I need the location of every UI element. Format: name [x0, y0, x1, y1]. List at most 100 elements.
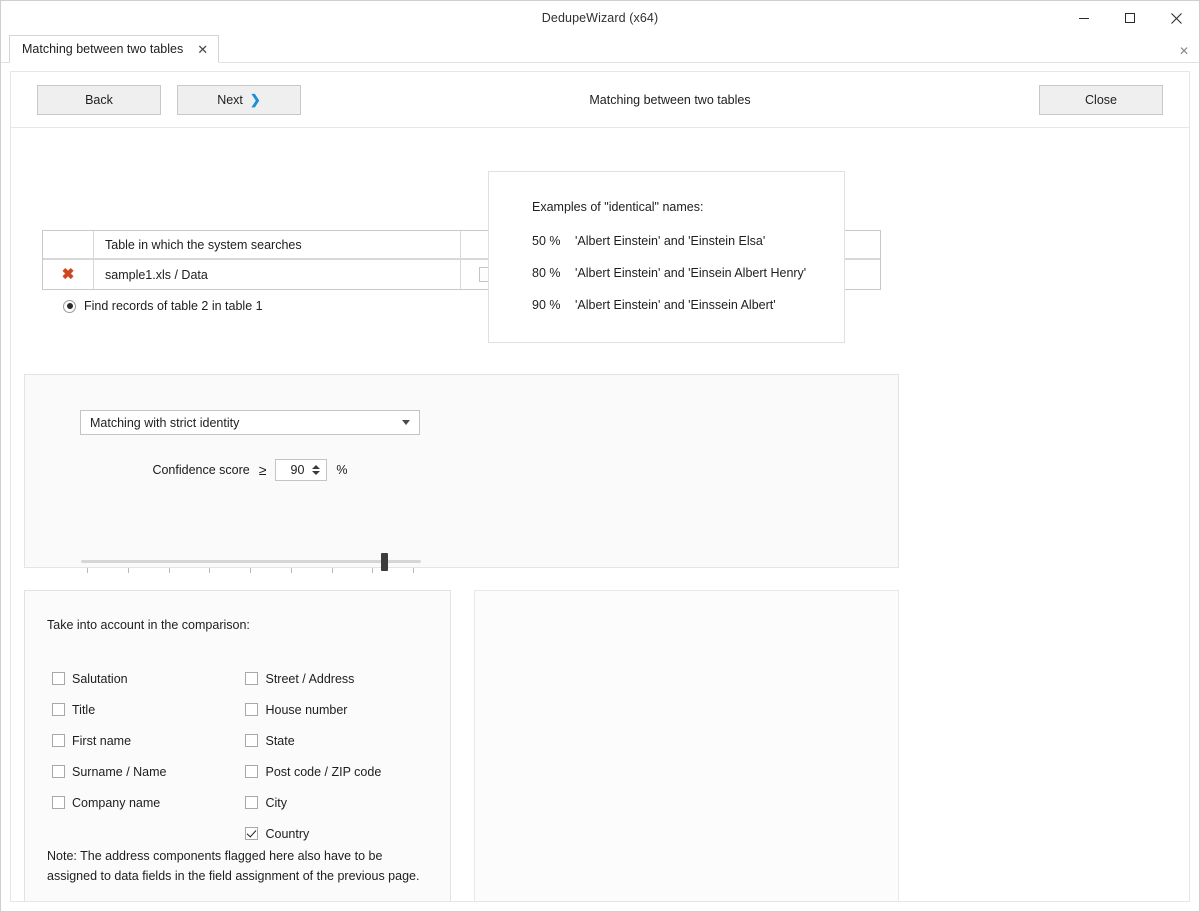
confidence-stepper[interactable]: 90: [275, 459, 327, 481]
radio-label-1: Find records of table 2 in table 1: [84, 299, 263, 313]
greater-equal-icon: ≥: [259, 462, 267, 478]
window-controls: [1061, 1, 1199, 35]
checkbox-label: Salutation: [72, 672, 128, 686]
client-inner-frame: Back Next ❯ Matching between two tables …: [10, 71, 1190, 902]
checkbox-salutation[interactable]: Salutation: [52, 663, 166, 694]
example-text: 'Albert Einstein' and 'Einstein Elsa': [575, 234, 765, 248]
app-window: DedupeWizard (x64) Matching between two …: [0, 0, 1200, 912]
checkbox-indicator-checked: [245, 827, 258, 840]
next-button[interactable]: Next ❯: [177, 85, 301, 115]
confidence-slider[interactable]: [81, 553, 421, 577]
checkbox-company-name[interactable]: Company name: [52, 787, 166, 818]
slider-track[interactable]: [81, 560, 421, 563]
example-row: 80 % 'Albert Einstein' and 'Einsein Albe…: [532, 266, 844, 280]
checkbox-label: Company name: [72, 796, 160, 810]
slider-ticks: [81, 568, 421, 574]
checkbox-surname-name[interactable]: Surname / Name: [52, 756, 166, 787]
checkbox-indicator: [52, 703, 65, 716]
checkbox-label: Street / Address: [265, 672, 354, 686]
example-percent: 80 %: [532, 266, 566, 280]
checkbox-indicator: [245, 796, 258, 809]
red-x-icon[interactable]: ✖: [43, 260, 94, 289]
preview-panel: [474, 590, 899, 901]
example-text: 'Albert Einstein' and 'Einssein Albert': [575, 298, 776, 312]
example-text: 'Albert Einstein' and 'Einsein Albert He…: [575, 266, 806, 280]
matching-method-value: Matching with strict identity: [90, 416, 402, 430]
example-percent: 90 %: [532, 298, 566, 312]
comparison-panel-title: Take into account in the comparison:: [47, 618, 250, 632]
tab-label: Matching between two tables: [22, 42, 183, 56]
stepper-down-icon[interactable]: [312, 471, 320, 475]
slider-tick: [128, 568, 129, 573]
wizard-toolbar: Back Next ❯ Matching between two tables …: [11, 72, 1189, 128]
red-x-glyph: ✖: [62, 267, 75, 282]
percent-sign: %: [336, 463, 347, 477]
back-button[interactable]: Back: [37, 85, 161, 115]
comparison-checkbox-grid: Salutation Title First name: [52, 663, 440, 849]
slider-tick: [209, 568, 210, 573]
examples-box: Examples of "identical" names: 50 % 'Alb…: [488, 171, 845, 343]
confidence-score-label: Confidence score: [152, 463, 249, 477]
minimize-icon[interactable]: [1061, 1, 1107, 35]
header-cell-left-flag: [43, 231, 94, 258]
checkbox-label: Post code / ZIP code: [265, 765, 381, 779]
checkbox-title[interactable]: Title: [52, 694, 166, 725]
next-button-label: Next: [217, 93, 243, 107]
chevron-down-icon: [402, 420, 410, 425]
tab-strip: Matching between two tables ✕ ✕: [1, 35, 1199, 63]
example-row: 50 % 'Albert Einstein' and 'Einstein Els…: [532, 234, 844, 248]
checkbox-house-number[interactable]: House number: [245, 694, 381, 725]
checkbox-indicator: [52, 796, 65, 809]
checkbox-indicator: [52, 672, 65, 685]
tab-matching-between-two-tables[interactable]: Matching between two tables ✕: [9, 35, 219, 63]
example-percent: 50 %: [532, 234, 566, 248]
checkbox-indicator: [52, 765, 65, 778]
confidence-value: 90: [276, 463, 309, 477]
page-content: Table in which the system searches Table…: [11, 129, 1189, 901]
checkbox-street-address[interactable]: Street / Address: [245, 663, 381, 694]
checkbox-indicator: [245, 703, 258, 716]
checkbox-first-name[interactable]: First name: [52, 725, 166, 756]
slider-tick: [372, 568, 373, 573]
close-button[interactable]: Close: [1039, 85, 1163, 115]
checkbox-country[interactable]: Country: [245, 818, 381, 849]
confidence-score-row: Confidence score ≥ 90 %: [80, 459, 420, 481]
checkbox-state[interactable]: State: [245, 725, 381, 756]
checkbox-label: First name: [72, 734, 131, 748]
examples-title: Examples of "identical" names:: [532, 200, 844, 214]
radio-find-table2-in-table1[interactable]: Find records of table 2 in table 1: [63, 299, 263, 313]
matching-options-group: Matching with strict identity Confidence…: [24, 374, 899, 568]
matching-method-dropdown[interactable]: Matching with strict identity: [80, 410, 420, 435]
checkbox-indicator: [245, 672, 258, 685]
tab-close-icon[interactable]: ✕: [195, 43, 210, 56]
checkbox-indicator: [245, 734, 258, 747]
checkbox-post-code-zip-code[interactable]: Post code / ZIP code: [245, 756, 381, 787]
checkbox-label: Title: [72, 703, 95, 717]
checkbox-label: House number: [265, 703, 347, 717]
stepper-arrows[interactable]: [309, 465, 326, 475]
slider-tick: [169, 568, 170, 573]
page-title: Matching between two tables: [301, 93, 1039, 107]
slider-tick: [413, 568, 414, 573]
checkbox-indicator: [52, 734, 65, 747]
radio-indicator-selected: [63, 300, 76, 313]
window-title: DedupeWizard (x64): [1, 11, 1199, 25]
comparison-fields-panel: Take into account in the comparison: Sal…: [24, 590, 451, 901]
slider-tick: [332, 568, 333, 573]
slider-thumb[interactable]: [381, 553, 388, 571]
comparison-column-1: Salutation Title First name: [52, 663, 166, 849]
checkbox-city[interactable]: City: [245, 787, 381, 818]
tab-strip-close-icon[interactable]: ✕: [1179, 45, 1189, 57]
checkbox-label: State: [265, 734, 294, 748]
checkbox-indicator: [245, 765, 258, 778]
header-cell-search-table: Table in which the system searches: [94, 231, 461, 258]
slider-tick: [250, 568, 251, 573]
chevron-right-icon: ❯: [250, 93, 261, 106]
cell-search-table-value: sample1.xls / Data: [94, 260, 461, 289]
maximize-icon[interactable]: [1107, 1, 1153, 35]
example-row: 90 % 'Albert Einstein' and 'Einssein Alb…: [532, 298, 844, 312]
stepper-up-icon[interactable]: [312, 465, 320, 469]
slider-tick: [87, 568, 88, 573]
close-icon[interactable]: [1153, 1, 1199, 35]
title-bar: DedupeWizard (x64): [1, 1, 1199, 35]
